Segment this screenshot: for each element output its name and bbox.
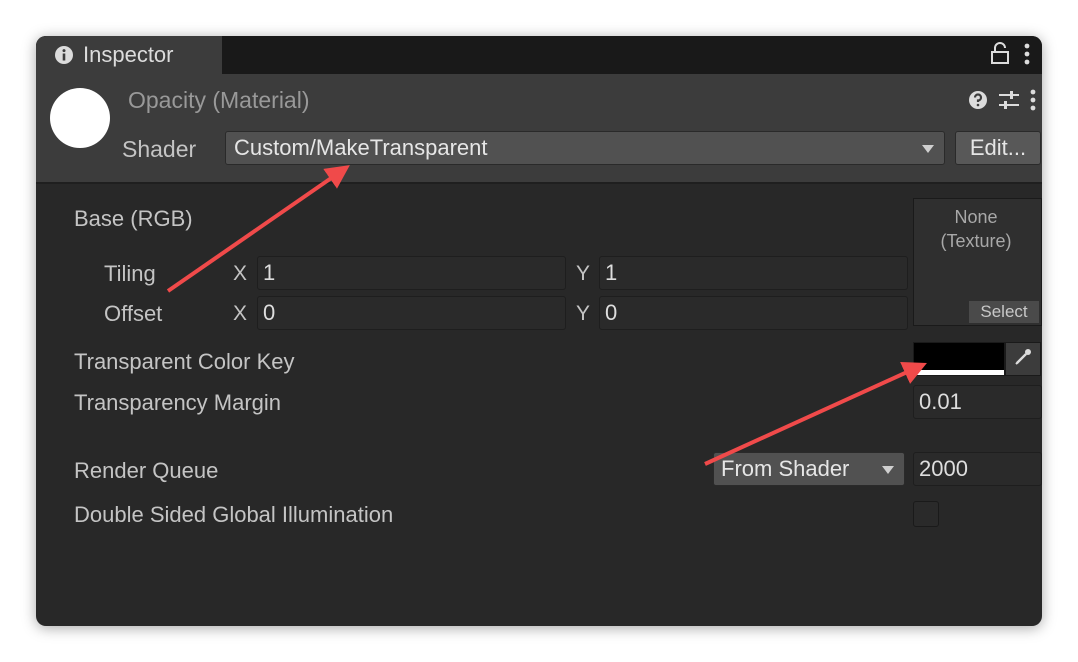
texture-slot[interactable]: None (Texture) Select [913,198,1042,326]
render-queue-label: Render Queue [74,458,219,483]
offset-x-field[interactable]: 0 [257,296,566,330]
tab-bar: Inspector [36,36,1042,74]
tab-inspector[interactable]: Inspector [36,36,222,74]
render-queue-field[interactable]: 2000 [913,452,1042,486]
base-rgb-label: Base (RGB) [74,206,193,231]
tiling-x-label: X [233,262,248,285]
offset-y-label: Y [576,302,591,325]
shader-dropdown[interactable]: Custom/MakeTransparent [225,131,945,165]
material-preview [50,88,110,148]
transparent-color-swatch[interactable] [913,342,1005,376]
texture-none-label: None [954,207,998,227]
transparency-margin-label: Transparency Margin [74,390,282,415]
info-icon [54,45,74,65]
help-icon[interactable] [968,90,988,115]
offset-label: Offset [104,301,163,326]
tiling-y-field[interactable]: 1 [599,256,908,290]
render-queue-mode: From Shader [721,456,850,481]
tiling-label: Tiling [104,261,156,286]
shader-label: Shader [122,136,197,162]
color-alpha-bar [914,370,1004,375]
tiling-x-field[interactable]: 1 [257,256,566,290]
transparent-color-key-label: Transparent Color Key [74,349,295,374]
tiling-y-label: Y [576,262,591,285]
chevron-down-icon [922,145,934,153]
texture-select-button[interactable]: Select [969,301,1039,323]
tab-title: Inspector [83,42,174,67]
shader-value: Custom/MakeTransparent [234,135,488,160]
double-sided-gi-label: Double Sided Global Illumination [74,502,394,527]
sliders-icon[interactable] [998,90,1020,115]
chevron-down-icon [882,466,894,474]
eyedropper-icon [1013,347,1033,372]
kebab-menu-icon[interactable] [1030,89,1036,116]
eyedropper-button[interactable] [1005,342,1041,376]
inspector-window: Inspector Opacity (Material) Shader Cust… [36,36,1042,626]
lock-icon[interactable] [990,42,1010,71]
texture-type-label: (Texture) [940,231,1012,251]
render-queue-dropdown[interactable]: From Shader [713,452,905,486]
kebab-menu-icon[interactable] [1024,43,1030,70]
material-title: Opacity (Material) [128,87,310,113]
double-sided-gi-checkbox[interactable] [913,501,939,527]
offset-x-label: X [233,302,248,325]
transparency-margin-field[interactable]: 0.01 [913,385,1042,419]
edit-shader-button[interactable]: Edit... [955,131,1041,165]
offset-y-field[interactable]: 0 [599,296,908,330]
